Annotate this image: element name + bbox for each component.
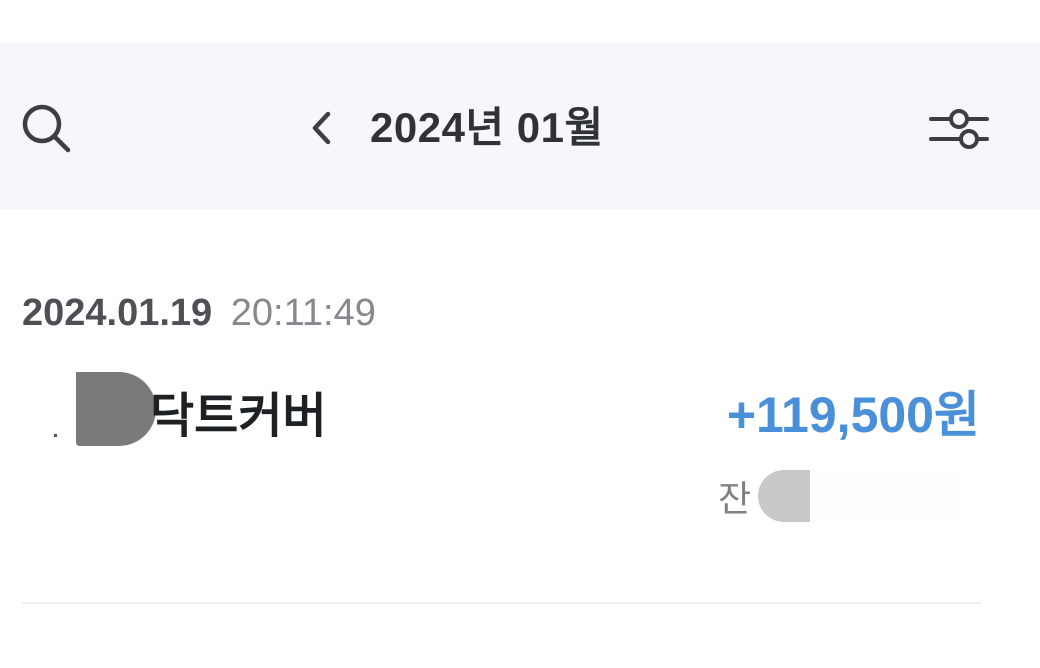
redacted-name-block [76,372,156,446]
search-button[interactable] [14,96,78,160]
transaction-time: 20:11:49 [230,292,376,334]
filter-button[interactable] [922,98,996,160]
app-header: 2024년 01월 [0,42,1040,209]
balance-label: 잔 [718,478,752,519]
chevron-left-icon [312,111,331,145]
filter-sliders-icon [929,109,989,149]
list-divider [22,602,982,604]
previous-month-button[interactable] [296,100,346,156]
transaction-name: 닥트커버 [150,390,327,443]
redacted-balance-block [758,470,810,522]
transaction-datetime: 2024.01.19 20:11:49 [22,290,376,336]
transaction-date: 2024.01.19 [22,292,213,334]
redacted-balance-fade [810,470,960,522]
month-title[interactable]: 2024년 01월 [370,102,604,154]
transaction-amount: +119,500원 [726,387,980,443]
search-icon [22,104,71,153]
transaction-history-screen: 2024년 01월 2024.01.19 20:11:49 닥트커버 +119,… [0,0,1040,668]
redaction-mark [54,434,57,437]
